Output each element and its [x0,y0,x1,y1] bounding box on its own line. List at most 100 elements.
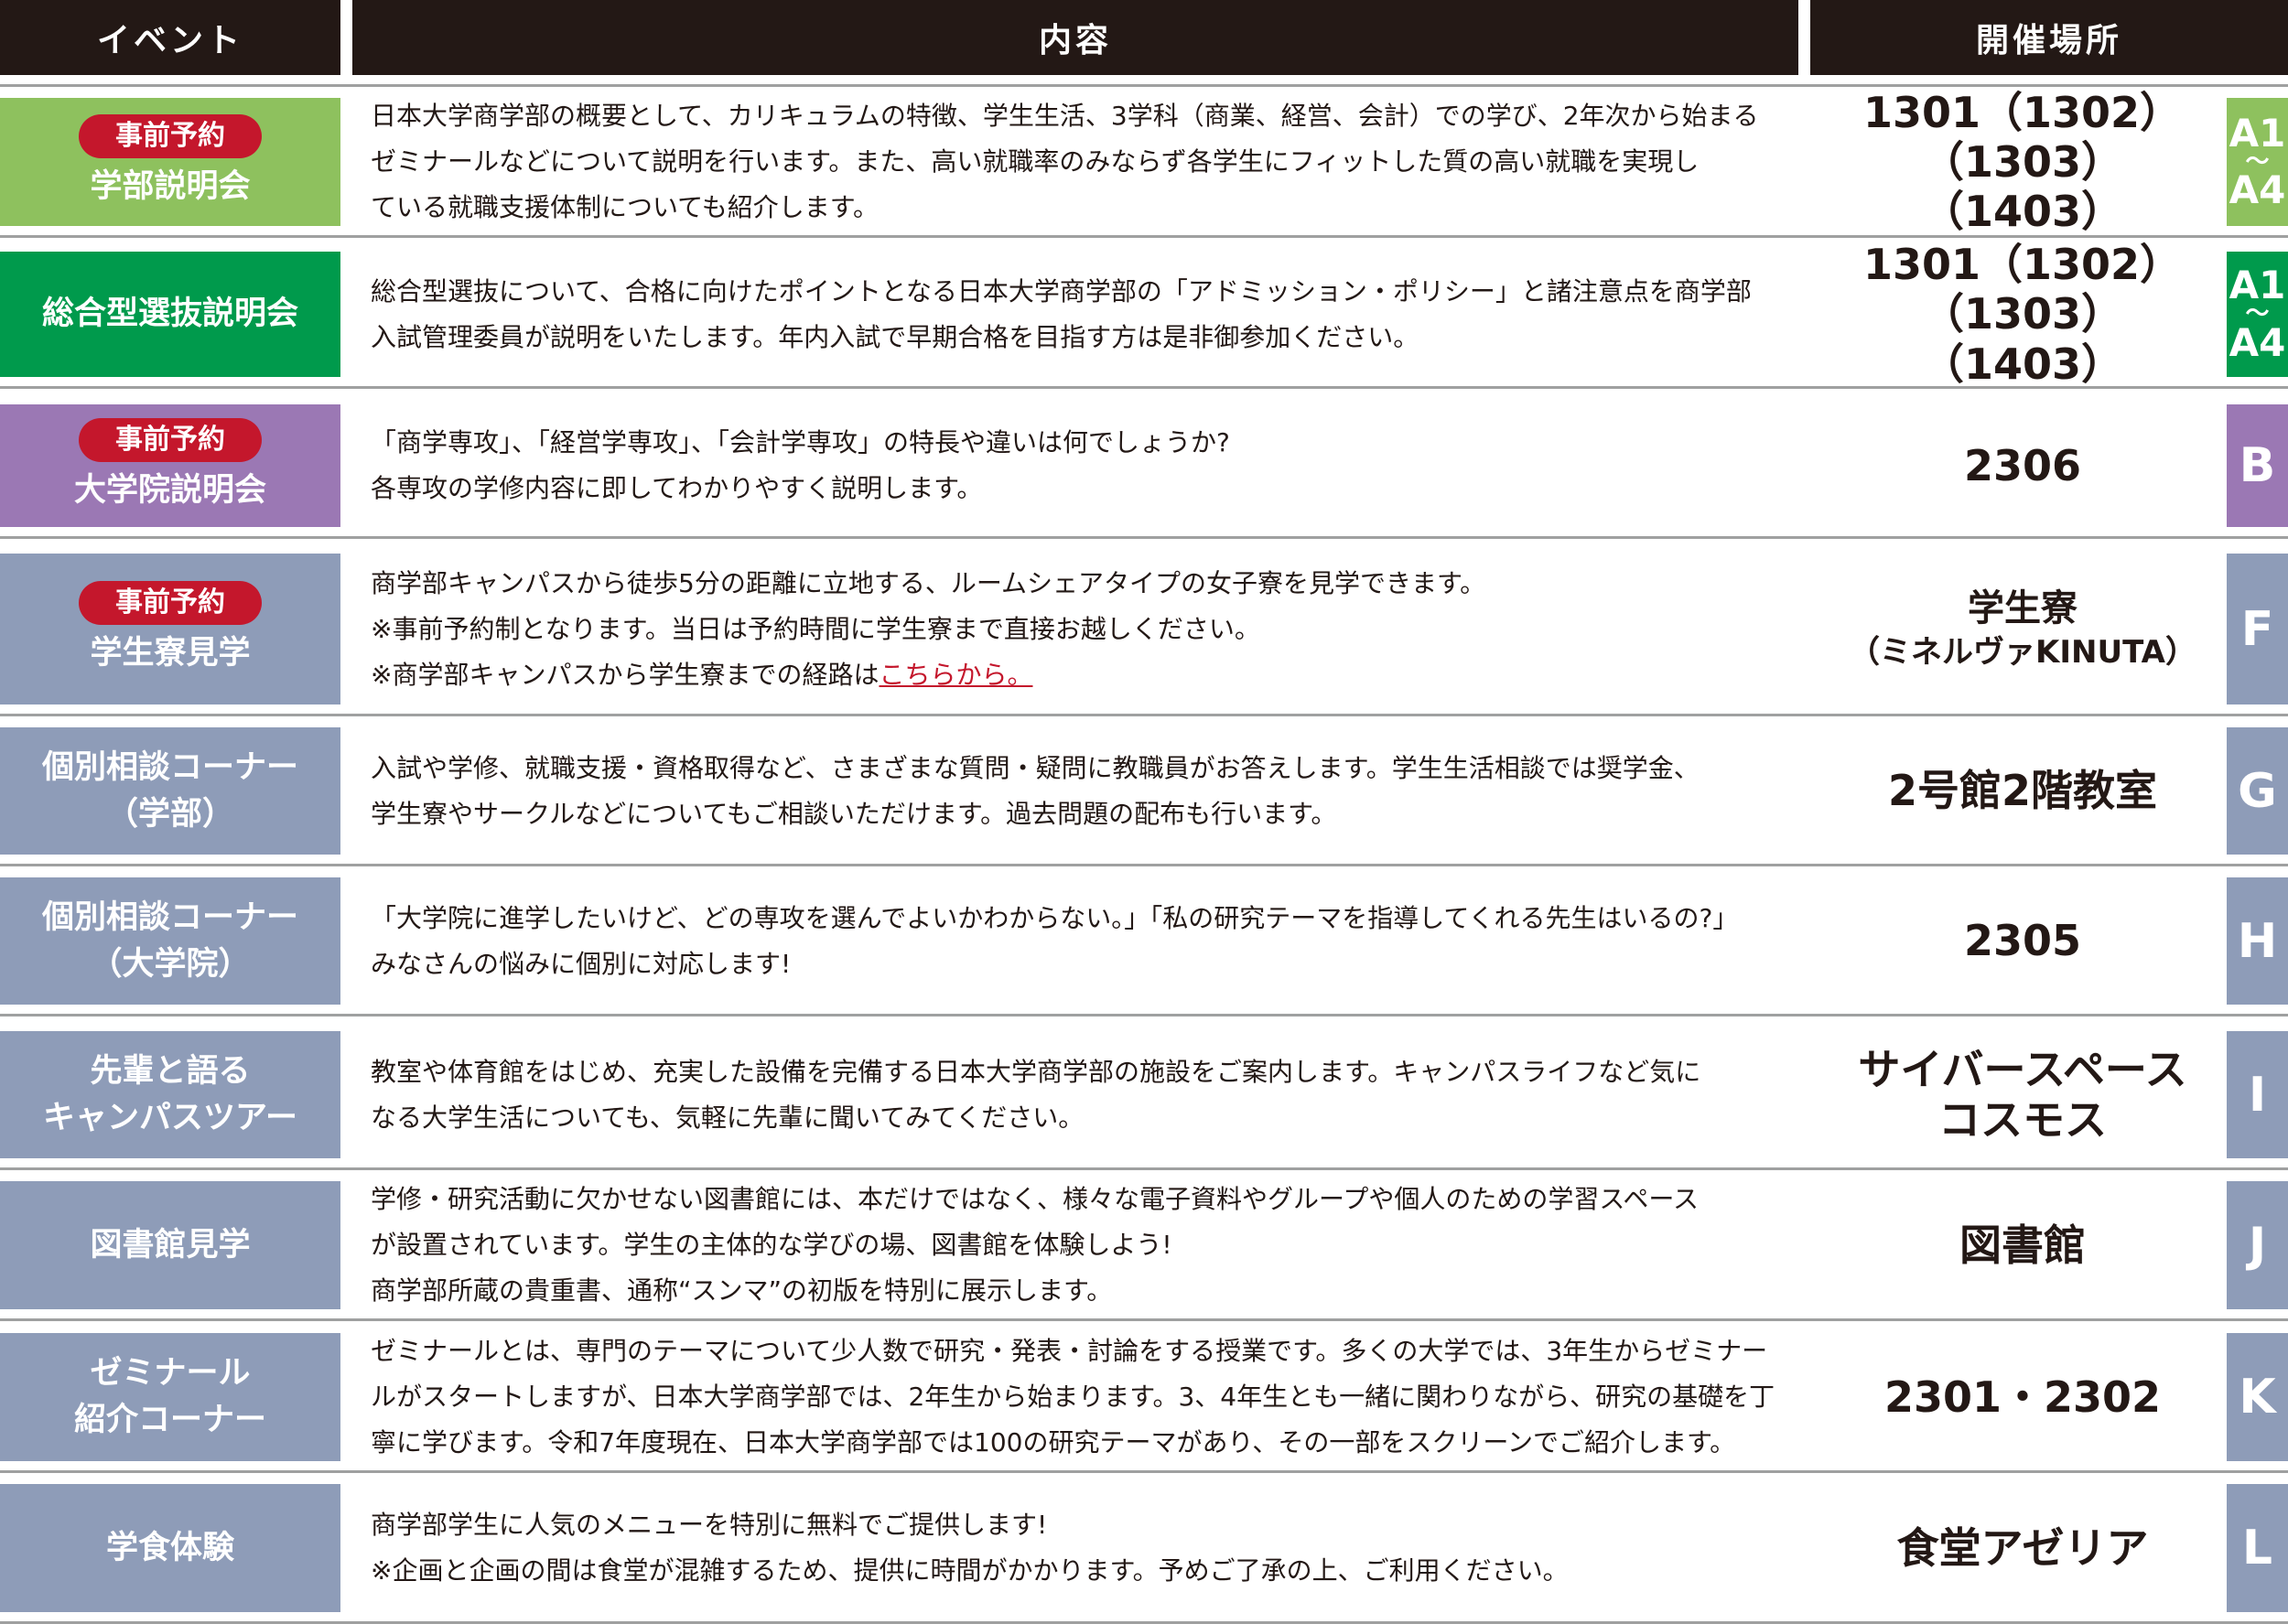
event-description: 入試や学修、就職支援・資格取得など、さまざまな質問・疑問に教職員がお答えします。… [371,727,1798,855]
reservation-badge: 事前予約 [79,417,262,462]
venue-cell: 2301・2302 [1808,1333,2238,1461]
description-line: が設置されています。学生の主体的な学びの場、図書館を体験しよう! [371,1222,1798,1268]
area-letter: H [2237,913,2278,969]
event-description: 「大学院に進学したいけど、どの専攻を選んでよいかわからない。」「私の研究テーマを… [371,877,1798,1005]
row-divider [0,1318,2288,1321]
description-text: 寧に学びます。令和7年度現在、日本大学商学部では100の研究テーマがあり、その一… [371,1427,1736,1457]
description-text: ている就職支援体制についても紹介します。 [371,192,879,222]
venue-name: 2301・2302 [1883,1371,2162,1422]
venue-cell: 2305 [1808,877,2238,1005]
description-text: 「商学専攻」、「経営学専攻」、「会計学専攻」の特長や違いは何でしょうか? [371,427,1230,457]
venue-name: 学生寮 [1968,587,2078,630]
area-letter: G [2238,763,2277,819]
route-link[interactable]: こちらから。 [879,660,1032,690]
area-letter: B [2239,438,2276,493]
event-name: ゼミナール [90,1355,251,1393]
description-line: 各専攻の学修内容に即してわかりやすく説明します。 [371,466,1798,511]
description-text: ※事前予約制となります。当日は予約時間に学生寮まで直接お越しください。 [371,613,1260,644]
event-description: 総合型選抜について、合格に向けたポイントとなる日本大学商学部の「アドミッション・… [371,252,1798,377]
description-text: が設置されています。学生の主体的な学びの場、図書館を体験しよう! [371,1230,1172,1260]
description-text: 入試管理委員が説明をいたします。年内入試で早期合格を目指す方は是非御参加ください… [371,321,1419,352]
row-divider [0,386,2288,389]
event-cell: 学食体験 [0,1484,340,1612]
area-letter: J [2248,1218,2267,1273]
event-name: （大学院） [90,945,251,983]
area-letter-tab: F [2227,554,2288,704]
description-text: 教室や体育館をはじめ、充実した設備を完備する日本大学商学部の施設をご案内します。… [371,1056,1701,1087]
description-line: 商学部キャンパスから徒歩5分の距離に立地する、ルームシェアタイプの女子寮を見学で… [371,561,1798,607]
reservation-badge: 事前予約 [79,581,262,626]
description-text: ルがスタートしますが、日本大学商学部では、2年生から始まります。3、4年生とも一… [371,1382,1775,1412]
event-name: 図書館見学 [90,1226,251,1264]
area-letter: A1 [2229,263,2286,308]
event-name: 個別相談コーナー [41,748,298,786]
event-description: ゼミナールとは、専門のテーマについて少人数で研究・発表・討論をする授業です。多く… [371,1333,1798,1461]
event-cell: 総合型選抜説明会 [0,252,340,377]
description-line: ゼミナールとは、専門のテーマについて少人数で研究・発表・討論をする授業です。多く… [371,1328,1798,1374]
row-divider [0,1470,2288,1473]
description-line: ルがスタートしますが、日本大学商学部では、2年生から始まります。3、4年生とも一… [371,1374,1798,1420]
reservation-badge: 事前予約 [79,113,262,158]
venue-name: 2305 [1963,916,2082,966]
venue-cell: サイバースペース コスモス [1808,1031,2238,1158]
description-text: 各専攻の学修内容に即してわかりやすく説明します。 [371,473,983,503]
row-divider [0,1167,2288,1170]
row-divider [0,714,2288,716]
event-name: 学生寮見学 [90,635,251,672]
description-text: 商学部所蔵の貴重書、通称“スンマ”の初版を特別に展示します。 [371,1275,1113,1306]
header-content: 内容 [352,0,1798,75]
description-text: 学生寮やサークルなどについてもご相談いただけます。過去問題の配布も行います。 [371,798,1337,829]
event-name: 個別相談コーナー [41,898,298,936]
description-line: 「商学専攻」、「経営学専攻」、「会計学専攻」の特長や違いは何でしょうか? [371,420,1798,466]
area-letter: I [2248,1067,2267,1123]
description-text: 商学部キャンパスから徒歩5分の距離に立地する、ルームシェアタイプの女子寮を見学で… [371,567,1486,598]
description-line: 日本大学商学部の概要として、カリキュラムの特徴、学生生活、3学科（商業、経営、会… [371,93,1798,139]
row-divider [0,864,2288,866]
area-letter: F [2240,601,2274,657]
event-name: 学食体験 [105,1529,234,1566]
venue-cell: 図書館 [1808,1181,2238,1309]
event-description: 学修・研究活動に欠かせない図書館には、本だけではなく、様々な電子資料やグループや… [371,1181,1798,1309]
area-letter: A4 [2229,167,2286,213]
description-line: 学生寮やサークルなどについてもご相談いただけます。過去問題の配布も行います。 [371,791,1798,837]
header-venue: 開催場所 [1810,0,2288,75]
event-description: 商学部学生に人気のメニューを特別に無料でご提供します! ※企画と企画の間は食堂が混… [371,1484,1798,1612]
area-letter: K [2239,1370,2276,1425]
venue-name: 2号館2階教室 [1887,766,2157,816]
venue-cell: 2号館2階教室 [1808,727,2238,855]
description-line: ゼミナールなどについて説明を行います。また、高い就職率のみならず各学生にフィット… [371,139,1798,185]
event-cell: 事前予約 学部説明会 [0,98,340,226]
row-divider [0,1014,2288,1016]
venue-cell: 学生寮 （ミネルヴァKINUTA） [1808,554,2238,704]
venue-name: （1403） [1921,187,2124,237]
area-letter: L [2241,1521,2273,1576]
description-line: ※企画と企画の間は食堂が混雑するため、提供に時間がかかります。予めご了承の上、ご… [371,1548,1798,1594]
event-description: 商学部キャンパスから徒歩5分の距離に立地する、ルームシェアタイプの女子寮を見学で… [371,554,1798,704]
event-cell: 個別相談コーナー （大学院） [0,877,340,1005]
venue-name: 2306 [1963,440,2082,490]
description-text: 学修・研究活動に欠かせない図書館には、本だけではなく、様々な電子資料やグループや… [371,1184,1699,1214]
venue-cell: 2306 [1808,404,2238,527]
venue-name: 1301（1302）（1303） [1862,240,2183,339]
area-letter-tab: K [2227,1333,2288,1461]
event-name: キャンパスツアー [43,1099,297,1136]
description-text: 日本大学商学部の概要として、カリキュラムの特徴、学生生活、3学科（商業、経営、会… [371,101,1759,131]
description-text: ※企画と企画の間は食堂が混雑するため、提供に時間がかかります。予めご了承の上、ご… [371,1555,1569,1586]
description-text: ※商学部キャンパスから学生寮までの経路は [371,659,880,690]
event-cell: 個別相談コーナー （学部） [0,727,340,855]
area-letter-tab: H [2227,877,2288,1005]
description-line: なる大学生活についても、気軽に先輩に聞いてみてください。 [371,1095,1798,1141]
description-line: みなさんの悩みに個別に対応します! [371,941,1798,987]
description-line: 「大学院に進学したいけど、どの専攻を選んでよいかわからない。」「私の研究テーマを… [371,896,1798,941]
area-letter-tab: A1 ～ A4 [2227,98,2288,226]
venue-name: サイバースペース [1858,1045,2187,1095]
venue-cell: 食堂アゼリア [1808,1484,2238,1612]
description-line: 商学部学生に人気のメニューを特別に無料でご提供します! [371,1502,1798,1548]
area-letter-tab: J [2227,1181,2288,1309]
description-text: 「大学院に進学したいけど、どの専攻を選んでよいかわからない。」「私の研究テーマを… [371,902,1739,933]
event-cell: 事前予約 学生寮見学 [0,554,340,704]
description-text: ゼミナールなどについて説明を行います。また、高い就職率のみならず各学生にフィット… [371,146,1700,177]
description-text: なる大学生活についても、気軽に先輩に聞いてみてください。 [371,1102,1085,1133]
venue-name: 食堂アゼリア [1896,1522,2149,1573]
event-description: 日本大学商学部の概要として、カリキュラムの特徴、学生生活、3学科（商業、経営、会… [371,98,1798,226]
